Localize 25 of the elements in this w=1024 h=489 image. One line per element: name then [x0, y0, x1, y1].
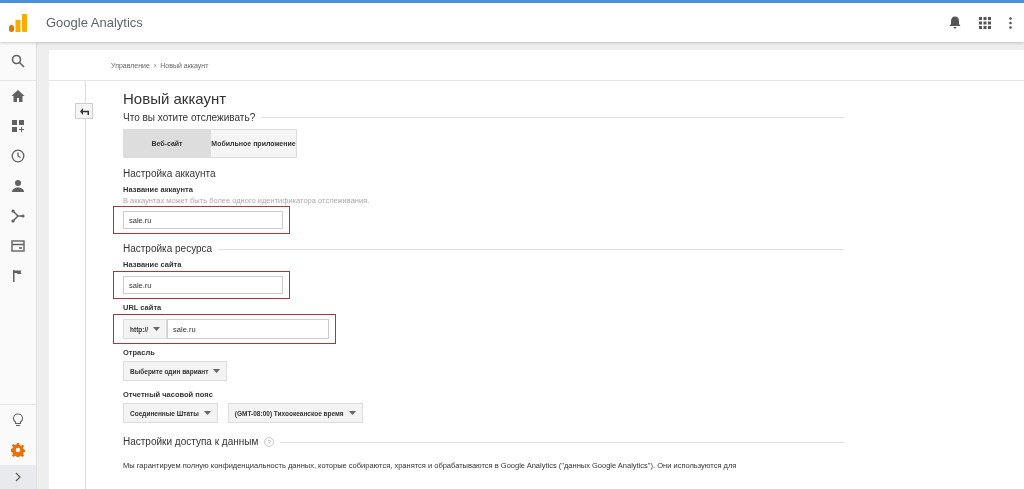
caret-icon	[213, 369, 221, 373]
back-arrow-icon	[79, 107, 89, 115]
person-icon[interactable]	[11, 179, 25, 193]
gear-icon[interactable]	[11, 443, 25, 457]
apps-grid-icon[interactable]	[979, 16, 991, 29]
home-icon[interactable]	[11, 89, 25, 103]
bell-icon[interactable]	[949, 16, 961, 29]
card-icon[interactable]	[11, 239, 25, 253]
section-question: Что вы хотите отслеживать?	[123, 112, 256, 123]
fork-icon[interactable]	[11, 209, 25, 223]
dashboard-icon[interactable]	[11, 119, 25, 133]
clock-icon[interactable]	[11, 149, 25, 163]
app-title: Google Analytics	[46, 15, 143, 30]
page-title: Новый аккаунт	[123, 90, 227, 107]
back-button[interactable]	[75, 103, 93, 119]
search-icon[interactable]	[11, 54, 25, 68]
caret-icon	[348, 411, 356, 415]
more-menu-icon[interactable]	[1009, 16, 1012, 29]
caret-icon	[153, 327, 161, 331]
section-heading: Настройка аккаунта	[123, 168, 216, 180]
section-heading: Настройка ресурса	[123, 243, 213, 255]
lightbulb-icon[interactable]	[11, 413, 25, 427]
caret-icon	[203, 411, 211, 415]
section-heading: Настройки доступа к данным	[123, 436, 259, 448]
bar-chart-logo-icon	[8, 12, 28, 33]
